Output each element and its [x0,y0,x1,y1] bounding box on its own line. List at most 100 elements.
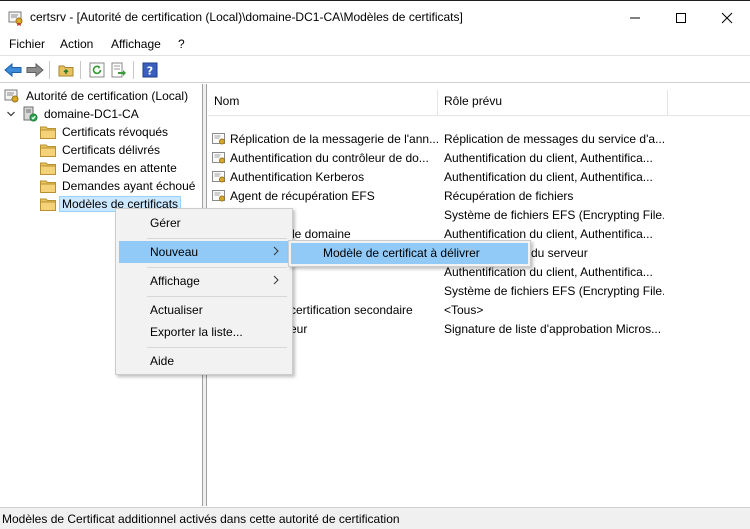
row-role: Authentification du client, Authentifica… [444,170,653,184]
row-name: Réplication de la messagerie de l'ann... [230,132,438,146]
context-menu-item-view[interactable]: Affichage [119,270,289,292]
context-menu-item-new[interactable]: Nouveau [119,241,289,263]
help-icon: ? [142,62,158,78]
folder-icon [40,180,56,193]
tree-folder-issued[interactable]: Certificats délivrés [40,141,162,159]
toolbar: ? [0,55,750,83]
folder-icon [40,162,56,175]
row-role: Signature de liste d'approbation Micros.… [444,322,662,336]
row-role: Récupération de fichiers [444,189,574,203]
certsrv-app-icon [8,11,23,26]
row-name: Agent de récupération EFS [230,189,375,203]
certificate-authority-icon [4,89,19,103]
minimize-button[interactable] [612,1,658,34]
back-arrow-icon [4,63,22,77]
row-name: Authentification du contrôleur de do... [230,151,429,165]
refresh-icon [89,62,105,78]
row-role: Authentification du client, Authentifica… [444,151,653,165]
tree-root-label: Autorité de certification (Local) [26,89,189,103]
column-separator[interactable] [667,90,668,116]
toolbar-separator [49,61,50,79]
folder-icon [40,126,56,139]
tree-folder-label: Demandes ayant échoué [62,179,196,193]
table-row[interactable]: Agent de récupération EFS Récupération d… [208,187,750,206]
status-bar: Modèles de Certificat additionnel activé… [0,507,750,529]
toolbar-separator [133,61,134,79]
row-role: <Tous> [444,303,484,317]
context-menu-item-refresh[interactable]: Actualiser [119,299,289,321]
back-button[interactable] [3,60,23,80]
close-button[interactable] [704,1,750,34]
help-button[interactable]: ? [140,60,160,80]
table-row[interactable]: Réplication de la messagerie de l'ann...… [208,130,750,149]
ca-server-icon [23,106,38,122]
submenu-new: Modèle de certificat à délivrer [288,240,531,267]
row-name: Authentification Kerberos [230,170,365,184]
context-menu-item-manage[interactable]: Gérer [119,212,289,234]
tree-folder-revoked[interactable]: Certificats révoqués [40,123,170,141]
up-folder-icon [58,65,74,77]
toolbar-separator [80,61,81,79]
tree-folder-label: Demandes en attente [62,161,177,175]
menu-separator [147,296,287,297]
chevron-down-icon[interactable] [6,109,16,119]
context-menu-label: Exporter la liste... [150,325,243,339]
tree-root[interactable]: Autorité de certification (Local) [4,87,190,105]
forward-arrow-icon [26,63,44,77]
row-role: Authentification du client, Authentifica… [444,265,653,279]
menu-help[interactable]: ? [178,37,185,51]
column-header-name[interactable]: Nom [214,94,239,108]
table-row[interactable]: Authentification du contrôleur de do... … [208,149,750,168]
row-name: certification secondaire [290,303,413,317]
export-list-icon [111,62,126,78]
context-menu-item-export[interactable]: Exporter la liste... [119,321,289,343]
context-menu-label: Nouveau [150,245,199,259]
row-role: Système de fichiers EFS (Encrypting File… [444,208,664,222]
close-icon [721,12,733,23]
table-row[interactable]: Authentification Kerberos Authentificati… [208,168,750,187]
menu-fichier[interactable]: Fichier [9,37,45,51]
tree-folder-failed[interactable]: Demandes ayant échoué [40,177,197,195]
column-header-role[interactable]: Rôle prévu [444,94,502,108]
minimize-icon [630,17,640,18]
export-list-button[interactable] [109,60,129,80]
certificate-template-icon [212,152,225,164]
menu-bar: Fichier Action Affichage ? [0,34,750,54]
maximize-button[interactable] [658,1,704,34]
context-menu-item-help[interactable]: Aide [119,350,289,372]
context-menu-label: Actualiser [150,303,203,317]
list-header: Nom Rôle prévu [208,86,750,116]
menu-affichage[interactable]: Affichage [111,37,161,51]
submenu-item-template-to-issue[interactable]: Modèle de certificat à délivrer [291,243,528,264]
refresh-button[interactable] [87,60,107,80]
chevron-right-icon [273,275,279,285]
window-title: certsrv - [Autorité de certification (Lo… [30,10,463,24]
title-bar: certsrv - [Autorité de certification (Lo… [0,0,750,34]
row-role: Réplication de messages du service d'a..… [444,132,664,146]
chevron-right-icon [273,246,279,256]
tree-ca-label: domaine-DC1-CA [44,107,139,121]
menu-separator [147,347,287,348]
column-separator[interactable] [437,90,438,116]
svg-text:?: ? [147,65,153,78]
forward-button[interactable] [25,60,45,80]
maximize-icon [676,12,686,23]
context-menu-label: Aide [150,354,175,368]
tree-folder-label: Certificats délivrés [62,143,161,157]
certificate-template-icon [212,133,225,145]
row-role: du serveur [531,246,588,260]
context-menu: Gérer Nouveau Affichage Actualiser Expor… [115,208,293,375]
certificate-template-icon [212,190,225,202]
menu-separator [147,267,287,268]
tree-ca-node[interactable]: domaine-DC1-CA [6,105,141,123]
up-folder-button[interactable] [56,60,76,80]
row-name: de domaine [288,227,351,241]
menu-action[interactable]: Action [60,37,93,51]
submenu-label: Modèle de certificat à délivrer [323,246,480,260]
context-menu-label: Affichage [150,274,200,288]
status-text: Modèles de Certificat additionnel activé… [2,512,400,526]
tree-folder-pending[interactable]: Demandes en attente [40,159,179,177]
menu-separator [147,238,287,239]
folder-icon [40,198,56,211]
context-menu-label: Gérer [150,216,181,230]
